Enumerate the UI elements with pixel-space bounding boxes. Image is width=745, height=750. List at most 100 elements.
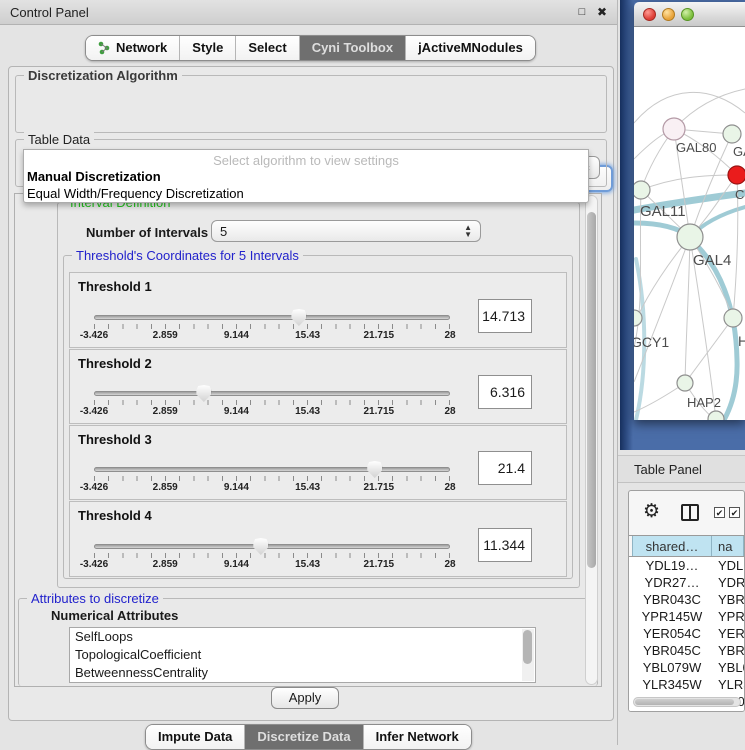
tab-style[interactable]: Style bbox=[180, 36, 236, 60]
checkbox-icon[interactable]: ✔ bbox=[729, 507, 740, 518]
node[interactable] bbox=[723, 125, 741, 143]
checkbox-icon[interactable]: ✔ bbox=[714, 507, 725, 518]
threshold-panel: Threshold 2 -3.426 2.859 9.144 15.43 21.… bbox=[69, 349, 567, 424]
option-manual-discretization[interactable]: Manual Discretization bbox=[24, 168, 588, 185]
number-of-intervals-combobox[interactable]: 5 ▲▼ bbox=[211, 220, 481, 242]
threshold-slider[interactable]: -3.426 2.859 9.144 15.43 21.715 28 bbox=[94, 461, 450, 495]
threshold-value-field[interactable]: 11.344 bbox=[478, 528, 532, 562]
node-label: GAL80 bbox=[676, 140, 716, 155]
option-equal-width-frequency[interactable]: Equal Width/Frequency Discretization bbox=[24, 185, 588, 202]
table-panel-card: ⚙ ✔ ✔ shared… na YDL19…YDL1 YDR27…YDR2 Y… bbox=[628, 490, 745, 712]
list-item[interactable]: SelfLoops bbox=[70, 628, 535, 646]
slider-track[interactable] bbox=[94, 467, 450, 472]
table-row[interactable]: YBR043CYBR0 bbox=[629, 591, 744, 608]
numerical-attributes-list[interactable]: SelfLoops TopologicalCoefficient Between… bbox=[69, 627, 536, 683]
column-header-name[interactable]: na bbox=[712, 536, 744, 556]
table-body: YDL19…YDL1 YDR27…YDR2 YBR043CYBR0 YPR145… bbox=[629, 557, 744, 712]
tab-label: Style bbox=[192, 40, 223, 55]
node-label: H bbox=[738, 333, 745, 349]
panel-divider bbox=[617, 0, 618, 745]
tab-label: Cyni Toolbox bbox=[312, 40, 393, 55]
tab-infer-network[interactable]: Infer Network bbox=[364, 725, 471, 749]
node-label: GA bbox=[733, 144, 745, 159]
slider-track[interactable] bbox=[94, 391, 450, 396]
zoom-traffic-light-icon[interactable] bbox=[681, 8, 694, 21]
thresholds-group: Threshold's Coordinates for 5 Intervals … bbox=[63, 255, 573, 579]
scrollbar-thumb[interactable] bbox=[587, 212, 596, 568]
panel-scrollbar[interactable] bbox=[585, 195, 598, 685]
node[interactable] bbox=[708, 411, 724, 420]
gear-icon[interactable]: ⚙ bbox=[643, 500, 660, 523]
number-of-intervals-label: Number of Intervals bbox=[86, 225, 208, 240]
control-panel-title: Control Panel bbox=[10, 5, 89, 20]
tab-label: jActiveMNodules bbox=[418, 40, 523, 55]
node-gcy1[interactable] bbox=[634, 310, 642, 326]
table-panel-title: Table Panel bbox=[634, 462, 702, 477]
network-icon bbox=[98, 41, 111, 55]
table-row[interactable]: YBR045CYBR0 bbox=[629, 642, 744, 659]
node-red[interactable] bbox=[728, 166, 745, 184]
list-scrollbar[interactable] bbox=[522, 629, 534, 681]
discretization-algorithm-group: Discretization Algorithm bbox=[15, 75, 607, 133]
algorithm-dropdown-popup: Select algorithm to view settings Manual… bbox=[23, 149, 589, 203]
tab-label: Infer Network bbox=[376, 729, 459, 744]
threshold-panel: Threshold 1 -3.426 2.859 9.144 15.43 21.… bbox=[69, 272, 567, 348]
bottom-tabbar: Impute Data Discretize Data Infer Networ… bbox=[145, 724, 472, 750]
tab-network[interactable]: Network bbox=[86, 36, 180, 60]
table-row[interactable]: YPR145WYPR1 bbox=[629, 608, 744, 625]
list-item[interactable]: TopologicalCoefficient bbox=[70, 646, 535, 664]
tab-impute-data[interactable]: Impute Data bbox=[146, 725, 245, 749]
close-icon[interactable]: ✖ bbox=[594, 4, 610, 20]
threshold-label: Threshold 3 bbox=[78, 432, 152, 447]
table-row[interactable]: YDR27…YDR2 bbox=[629, 574, 744, 591]
columns-icon[interactable] bbox=[681, 504, 699, 521]
table-panel-bar: Table Panel bbox=[618, 455, 745, 483]
discretization-algorithm-label: Discretization Algorithm bbox=[24, 68, 182, 83]
slider-tick-labels: -3.426 2.859 9.144 15.43 21.715 28 bbox=[94, 482, 450, 494]
node-label: HAP2 bbox=[687, 395, 721, 410]
tab-jactivemnodules[interactable]: jActiveMNodules bbox=[406, 36, 535, 60]
table-horizontal-scrollbar[interactable] bbox=[633, 697, 741, 707]
scrollbar-thumb[interactable] bbox=[635, 699, 734, 705]
close-traffic-light-icon[interactable] bbox=[643, 8, 656, 21]
network-canvas[interactable]: GAL80 GA C GAL11 GAL4 GCY1 H HAP2 bbox=[634, 27, 745, 420]
node-gal4[interactable] bbox=[677, 224, 703, 250]
table-header-row: shared… na bbox=[629, 535, 744, 557]
node-hap2[interactable] bbox=[677, 375, 693, 391]
node-label: C bbox=[735, 187, 744, 202]
thresholds-group-label: Threshold's Coordinates for 5 Intervals bbox=[72, 248, 303, 263]
numerical-attributes-label: Numerical Attributes bbox=[51, 608, 178, 623]
apply-button[interactable]: Apply bbox=[271, 687, 339, 709]
top-tabbar: Network Style Select Cyni Toolbox jActiv… bbox=[85, 35, 536, 61]
node-label: GAL4 bbox=[693, 252, 731, 269]
threshold-slider[interactable]: -3.426 2.859 9.144 15.43 21.715 28 bbox=[94, 538, 450, 572]
threshold-label: Threshold 2 bbox=[78, 356, 152, 371]
threshold-value-field[interactable]: 14.713 bbox=[478, 299, 532, 333]
threshold-slider[interactable]: -3.426 2.859 9.144 15.43 21.715 28 bbox=[94, 385, 450, 419]
network-window-titlebar[interactable] bbox=[634, 2, 745, 27]
list-item[interactable]: BetweennessCentrality bbox=[70, 664, 535, 682]
slider-track[interactable] bbox=[94, 315, 450, 320]
tab-discretize-data[interactable]: Discretize Data bbox=[245, 725, 363, 749]
table-row[interactable]: YDL19…YDL1 bbox=[629, 557, 744, 574]
table-row[interactable]: YER054CYER0 bbox=[629, 625, 744, 642]
threshold-value-field[interactable]: 6.316 bbox=[478, 375, 532, 409]
node[interactable] bbox=[724, 309, 742, 327]
tab-select[interactable]: Select bbox=[236, 36, 299, 60]
slider-track[interactable] bbox=[94, 544, 450, 549]
node-gal11[interactable] bbox=[634, 181, 650, 199]
cyni-toolbox-panel: Discretization Algorithm Select algorith… bbox=[8, 66, 614, 721]
slider-ticks bbox=[94, 553, 450, 558]
settings-scroll-viewport: Interval Definition Number of Intervals … bbox=[14, 193, 602, 687]
threshold-slider[interactable]: -3.426 2.859 9.144 15.43 21.715 28 bbox=[94, 309, 450, 343]
minimize-traffic-light-icon[interactable] bbox=[662, 8, 675, 21]
table-row[interactable]: YLR345WYLR3 bbox=[629, 676, 744, 693]
threshold-value-field[interactable]: 21.4 bbox=[478, 451, 532, 485]
node-gal80[interactable] bbox=[663, 118, 685, 140]
network-graph bbox=[634, 27, 745, 420]
table-row[interactable]: YBL079WYBL0 bbox=[629, 659, 744, 676]
tab-cyni-toolbox[interactable]: Cyni Toolbox bbox=[300, 36, 406, 60]
column-header-shared[interactable]: shared… bbox=[632, 536, 712, 556]
float-window-icon[interactable]: □ bbox=[574, 4, 590, 20]
tab-label: Discretize Data bbox=[257, 729, 350, 744]
